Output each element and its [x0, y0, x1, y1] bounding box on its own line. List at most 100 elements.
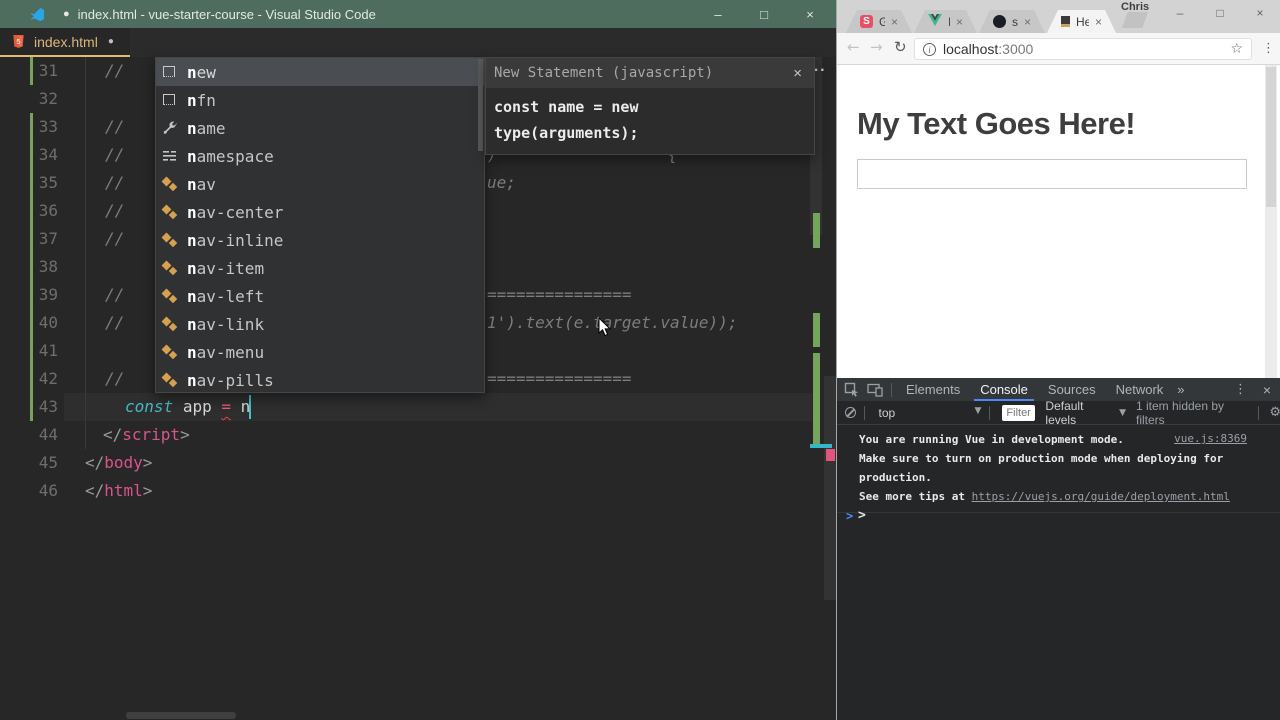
- minimize-button[interactable]: –: [1170, 4, 1190, 22]
- suggestion-item-nav-pills[interactable]: nav-pills: [156, 366, 484, 394]
- suggestion-item-nav[interactable]: nav: [156, 170, 484, 198]
- devtools-close-icon[interactable]: ×: [1263, 382, 1271, 398]
- source-link[interactable]: vue.js:8369: [1174, 432, 1247, 445]
- editor-line[interactable]: 45</body>: [0, 449, 820, 477]
- tab-close-icon[interactable]: ×: [1024, 15, 1031, 29]
- docs-close-icon[interactable]: ×: [793, 65, 802, 82]
- suggestion-label: nav-item: [187, 259, 264, 278]
- context-selector[interactable]: top ▼: [879, 406, 982, 420]
- console-prompt[interactable]: > >: [837, 506, 1280, 528]
- tab-index-html[interactable]: 5 index.html ●: [0, 28, 130, 57]
- editor-line[interactable]: 43const app = n: [0, 393, 820, 421]
- editor-line[interactable]: 44 </script>: [0, 421, 820, 449]
- page-scrollbar[interactable]: [1265, 65, 1277, 378]
- suggestion-label: nav: [187, 175, 216, 194]
- devtools-menu-icon[interactable]: ⋮: [1234, 382, 1247, 397]
- tab-close-icon[interactable]: ×: [891, 15, 898, 29]
- namespace-icon: [162, 148, 178, 164]
- line-number: 31: [0, 57, 58, 85]
- browser-tab-hell[interactable]: Hell×: [1047, 10, 1116, 33]
- line-number: 42: [0, 365, 58, 393]
- close-button[interactable]: ×: [1250, 4, 1270, 22]
- code-statement: const app = n: [125, 393, 250, 421]
- address-bar[interactable]: i localhost:3000 ☆: [914, 38, 1252, 60]
- bookmark-star-icon[interactable]: ☆: [1230, 41, 1243, 57]
- snippet-icon: [162, 64, 178, 80]
- devtools-tab-elements[interactable]: Elements: [896, 378, 970, 401]
- settings-gear-icon[interactable]: ⚙: [1269, 405, 1280, 420]
- suggestion-item-nav-item[interactable]: nav-item: [156, 254, 484, 282]
- editor-line[interactable]: 46</html>: [0, 477, 820, 505]
- url-port: :3000: [998, 41, 1033, 57]
- suggestion-item-nav-inline[interactable]: nav-inline: [156, 226, 484, 254]
- closing-tag: </script>: [103, 421, 190, 449]
- url-host: localhost: [943, 41, 998, 57]
- suggestion-rest: av-menu: [197, 343, 264, 362]
- error-overview-mark: [826, 449, 835, 461]
- new-tab-button[interactable]: [1122, 12, 1148, 28]
- horizontal-scrollbar-thumb[interactable]: [126, 712, 236, 719]
- comment-marker: //: [105, 365, 124, 393]
- profile-name[interactable]: Chris: [1121, 1, 1149, 13]
- deployment-guide-link[interactable]: https://vuejs.org/guide/deployment.html: [972, 490, 1230, 503]
- suggestion-rest: av-pills: [197, 371, 274, 390]
- page-text-input[interactable]: [857, 159, 1247, 189]
- console-filter-input[interactable]: [1002, 405, 1035, 421]
- log-levels-selector[interactable]: Default levels: [1045, 399, 1114, 427]
- matched-prefix: n: [187, 147, 197, 166]
- more-tabs-icon[interactable]: »: [1173, 382, 1188, 397]
- suggestion-item-nav-center[interactable]: nav-center: [156, 198, 484, 226]
- matched-prefix: n: [187, 119, 197, 138]
- diff-gutter-indicator: [30, 337, 33, 365]
- suggestion-label: name: [187, 119, 226, 138]
- suggest-scrollbar-thumb[interactable]: [478, 59, 483, 151]
- suggestion-item-nfn[interactable]: nfn: [156, 86, 484, 114]
- browser-tab-sco[interactable]: sco×: [979, 10, 1045, 33]
- inspect-element-icon[interactable]: [844, 382, 860, 398]
- line-number: 44: [0, 421, 58, 449]
- divider: [1258, 406, 1259, 420]
- page-info-icon[interactable]: i: [923, 43, 936, 56]
- line-number: 33: [0, 113, 58, 141]
- browser-tab-get[interactable]: SGet×: [846, 10, 912, 33]
- maximize-button[interactable]: □: [1210, 4, 1230, 22]
- property-wrench-icon: [162, 120, 178, 136]
- devtools-panel: ElementsConsoleSourcesNetwork » ⋮ × top …: [837, 378, 1280, 720]
- suggestion-rest: amespace: [197, 147, 274, 166]
- minimize-button[interactable]: –: [695, 0, 741, 28]
- page-scrollbar-thumb[interactable]: [1266, 67, 1276, 207]
- tab-modified-indicator[interactable]: ●: [108, 36, 114, 47]
- suggestion-rest: ew: [197, 63, 216, 82]
- reload-icon[interactable]: ↻: [894, 38, 907, 56]
- snippet-abbreviation-icon: [162, 232, 178, 248]
- suggestion-item-nav-link[interactable]: nav-link: [156, 310, 484, 338]
- suggestion-item-namespace[interactable]: namespace: [156, 142, 484, 170]
- clear-console-icon[interactable]: [845, 407, 856, 418]
- forward-icon[interactable]: →: [870, 38, 883, 56]
- divider: [989, 406, 990, 420]
- diff-gutter-indicator: [30, 253, 33, 281]
- scrimba-favicon: S: [860, 15, 873, 28]
- suggestion-item-nav-menu[interactable]: nav-menu: [156, 338, 484, 366]
- browser-tab-intr[interactable]: Intr×: [914, 10, 977, 33]
- snippet-abbreviation-icon: [162, 288, 178, 304]
- keyword-token: const: [125, 397, 173, 416]
- back-icon[interactable]: ←: [847, 38, 860, 56]
- code-editor[interactable]: 31//3233//34//){35//ue;36//37//3839//===…: [0, 57, 836, 720]
- suggestion-label: nav-center: [187, 203, 283, 222]
- suggestion-item-new[interactable]: new: [156, 58, 484, 86]
- close-button[interactable]: ×: [787, 0, 833, 28]
- maximize-button[interactable]: □: [741, 0, 787, 28]
- suggestion-rest: av-item: [197, 259, 264, 278]
- tab-close-icon[interactable]: ×: [1095, 15, 1102, 29]
- svg-text:5: 5: [16, 37, 20, 46]
- device-toolbar-icon[interactable]: [867, 382, 883, 398]
- line-number: 38: [0, 253, 58, 281]
- suggestion-item-nav-left[interactable]: nav-left: [156, 282, 484, 310]
- comment-marker: //: [105, 309, 124, 337]
- tab-close-icon[interactable]: ×: [956, 15, 963, 29]
- devtools-tab-console[interactable]: Console: [970, 378, 1038, 401]
- suggestion-item-name[interactable]: name: [156, 114, 484, 142]
- editor-scrollbar-thumb[interactable]: [824, 376, 836, 600]
- browser-menu-icon[interactable]: ⋮: [1262, 41, 1275, 56]
